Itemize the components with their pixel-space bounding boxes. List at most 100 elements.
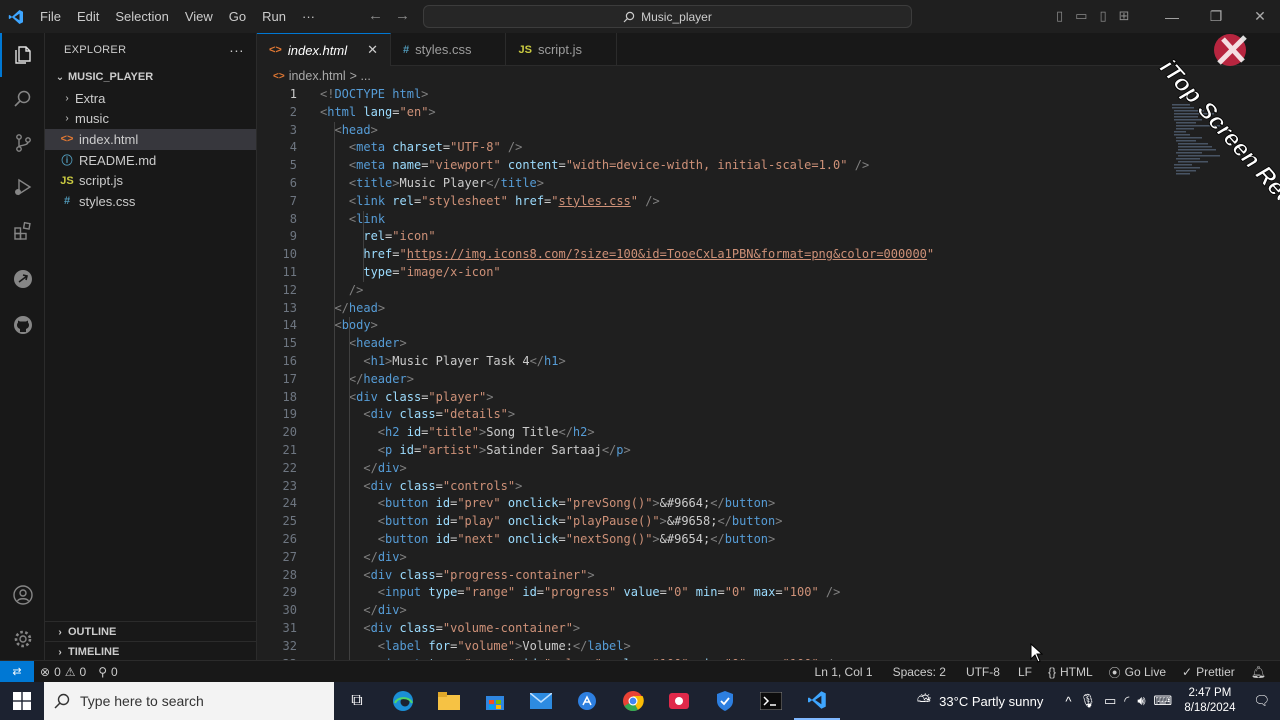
code-line[interactable]: <link bbox=[320, 211, 385, 229]
code-line[interactable]: </head> bbox=[320, 300, 385, 318]
code-line[interactable]: <button id="play" onclick="playPause()">… bbox=[320, 513, 783, 531]
code-line[interactable]: <h2 id="title">Song Title</h2> bbox=[320, 424, 595, 442]
tree-item-index-html[interactable]: <> index.html bbox=[45, 129, 256, 150]
keyboard-icon[interactable]: ⌨ bbox=[1150, 693, 1177, 709]
timeline-section[interactable]: › TIMELINE bbox=[45, 641, 257, 662]
vscode-taskbar-icon[interactable] bbox=[794, 682, 840, 720]
battery-icon[interactable]: ▭ bbox=[1100, 693, 1120, 709]
code-editor[interactable]: 1 <!DOCTYPE html> 2 <html lang="en"> 3 <head… bbox=[257, 86, 1280, 660]
close-tab-icon[interactable]: ✕ bbox=[367, 42, 378, 58]
close-icon[interactable]: ✕ bbox=[1238, 0, 1280, 33]
tab-script-js[interactable]: JS script.js bbox=[506, 33, 618, 66]
code-line[interactable]: /> bbox=[320, 282, 363, 300]
code-line[interactable]: <html lang="en"> bbox=[320, 104, 436, 122]
code-line[interactable]: </div> bbox=[320, 602, 406, 620]
remote-explorer-icon[interactable] bbox=[0, 257, 45, 301]
ports-status[interactable]: ⚲ 0 bbox=[92, 665, 123, 679]
toggle-sidebar-icon[interactable]: ▯ bbox=[1056, 8, 1063, 24]
menu-run[interactable]: Run bbox=[254, 9, 294, 24]
encoding[interactable]: UTF-8 bbox=[960, 665, 1006, 679]
wifi-icon[interactable]: ◜ bbox=[1120, 693, 1133, 709]
weather-text[interactable]: 33°C Partly sunny bbox=[935, 694, 1047, 709]
notifications-bell-icon[interactable]: 🔔︎ bbox=[1245, 665, 1272, 679]
code-line[interactable]: <input type="range" id="progress" value=… bbox=[320, 584, 841, 602]
code-line[interactable]: <div class="controls"> bbox=[320, 478, 522, 496]
tree-item-styles-css[interactable]: # styles.css bbox=[45, 191, 256, 212]
menu-view[interactable]: View bbox=[177, 9, 221, 24]
windows-start-icon[interactable] bbox=[0, 682, 44, 720]
explorer-icon[interactable] bbox=[0, 33, 45, 77]
code-line[interactable]: <meta name="viewport" content="width=dev… bbox=[320, 157, 869, 175]
file-explorer-icon[interactable] bbox=[426, 682, 472, 720]
chrome-icon[interactable] bbox=[610, 682, 656, 720]
code-line[interactable]: <button id="prev" onclick="prevSong()">&… bbox=[320, 495, 775, 513]
volume-icon[interactable]: 🔊︎ bbox=[1133, 693, 1149, 709]
prettier-status[interactable]: ✓ Prettier bbox=[1176, 665, 1241, 679]
restore-icon[interactable]: ❐ bbox=[1194, 0, 1238, 33]
store-icon[interactable] bbox=[472, 682, 518, 720]
more-actions-icon[interactable]: ··· bbox=[229, 42, 244, 58]
code-line[interactable]: href="https://img.icons8.com/?size=100&i… bbox=[320, 246, 934, 264]
extensions-icon[interactable] bbox=[0, 209, 45, 253]
toggle-secondary-sidebar-icon[interactable]: ▯ bbox=[1099, 8, 1106, 24]
tree-item-extra[interactable]: › Extra bbox=[45, 88, 256, 109]
notification-center-icon[interactable]: 🗨︎ bbox=[1243, 693, 1280, 709]
code-line[interactable]: <title>Music Player</title> bbox=[320, 175, 544, 193]
code-line[interactable]: <!DOCTYPE html> bbox=[320, 86, 428, 104]
tree-item-script-js[interactable]: JS script.js bbox=[45, 170, 256, 191]
accounts-icon[interactable] bbox=[0, 573, 45, 617]
tree-item-readme[interactable]: ⓘ README.md bbox=[45, 150, 256, 171]
code-line[interactable]: rel="icon" bbox=[320, 228, 435, 246]
terminal-icon[interactable] bbox=[748, 682, 794, 720]
mail-icon[interactable] bbox=[518, 682, 564, 720]
show-hidden-icons-chevron-icon[interactable]: ^ bbox=[1061, 694, 1075, 709]
app-store-icon[interactable] bbox=[564, 682, 610, 720]
code-line[interactable]: <label for="volume">Volume:</label> bbox=[320, 638, 631, 656]
security-shield-icon[interactable] bbox=[702, 682, 748, 720]
manage-gear-icon[interactable] bbox=[0, 617, 45, 661]
task-view-icon[interactable]: ⧉ bbox=[334, 682, 380, 720]
edge-icon[interactable] bbox=[380, 682, 426, 720]
indentation[interactable]: Spaces: 2 bbox=[887, 665, 952, 679]
code-line[interactable]: type="image/x-icon" bbox=[320, 264, 500, 282]
remote-indicator-icon[interactable]: ⇄ bbox=[0, 660, 34, 683]
code-line[interactable]: </div> bbox=[320, 549, 406, 567]
code-line[interactable]: <div class="volume-container"> bbox=[320, 620, 580, 638]
github-icon[interactable] bbox=[0, 303, 45, 347]
code-line[interactable]: <link rel="stylesheet" href="styles.css"… bbox=[320, 193, 660, 211]
end-of-line[interactable]: LF bbox=[1012, 665, 1038, 679]
project-folder[interactable]: ⌄ MUSIC_PLAYER bbox=[45, 66, 256, 88]
screen-recorder-icon[interactable] bbox=[656, 682, 702, 720]
taskbar-search[interactable]: Type here to search bbox=[44, 682, 334, 720]
menu-file[interactable]: File bbox=[32, 9, 69, 24]
menu-selection[interactable]: Selection bbox=[107, 9, 176, 24]
language-mode[interactable]: {} HTML bbox=[1042, 665, 1099, 679]
forward-arrow-icon[interactable]: → bbox=[395, 7, 410, 24]
minimize-icon[interactable]: — bbox=[1150, 0, 1194, 33]
toggle-panel-icon[interactable]: ▭ bbox=[1075, 8, 1087, 24]
tab-styles-css[interactable]: # styles.css bbox=[391, 33, 507, 66]
microphone-icon[interactable]: 🎙︎ bbox=[1075, 693, 1100, 709]
problems-status[interactable]: ⊗ 0 ⚠ 0 bbox=[34, 665, 92, 679]
breadcrumb-more[interactable]: > ... bbox=[350, 69, 371, 83]
command-center-search[interactable]: Music_player bbox=[423, 5, 912, 28]
weather-partly-sunny-icon[interactable]: ⛅︎ bbox=[913, 691, 935, 712]
go-live-button[interactable]: ⦿ Go Live bbox=[1103, 664, 1172, 681]
menu-edit[interactable]: Edit bbox=[69, 9, 107, 24]
clock[interactable]: 2:47 PM 8/18/2024 bbox=[1176, 686, 1243, 716]
outline-section[interactable]: › OUTLINE bbox=[45, 621, 257, 642]
breadcrumb-file[interactable]: index.html bbox=[289, 69, 346, 83]
menu-more[interactable]: ··· bbox=[294, 9, 323, 24]
code-line[interactable]: <div class="progress-container"> bbox=[320, 567, 594, 585]
code-line[interactable]: <h1>Music Player Task 4</h1> bbox=[320, 353, 565, 371]
code-line[interactable]: <button id="next" onclick="nextSong()">&… bbox=[320, 531, 775, 549]
customize-layout-icon[interactable]: ⊞ bbox=[1119, 8, 1130, 24]
code-line[interactable]: <head> bbox=[320, 122, 377, 140]
tab-index-html[interactable]: <> index.html ✕ bbox=[257, 33, 392, 66]
tree-item-music[interactable]: › music bbox=[45, 109, 256, 130]
back-arrow-icon[interactable]: ← bbox=[368, 7, 383, 24]
cursor-position[interactable]: Ln 1, Col 1 bbox=[809, 665, 879, 679]
run-debug-icon[interactable] bbox=[0, 165, 45, 209]
code-line[interactable]: <header> bbox=[320, 335, 407, 353]
code-line[interactable]: </div> bbox=[320, 460, 406, 478]
